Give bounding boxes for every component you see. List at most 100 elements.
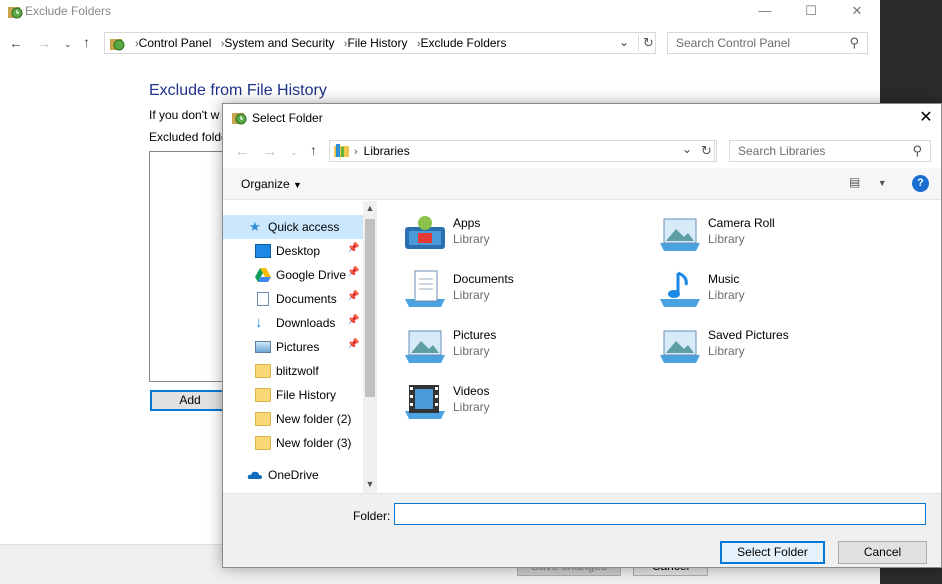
library-item-music[interactable]: Music Library [658,269,878,317]
library-item-saved-pictures[interactable]: Saved Pictures Library [658,325,878,373]
address-dropdown-chevron-icon[interactable]: ⌄ [619,35,629,49]
organize-label: Organize [241,177,290,191]
sidebar-item-downloads[interactable]: ↓ Downloads 📌 [223,311,363,335]
excluded-folders-list[interactable] [149,151,229,382]
breadcrumb-file-history[interactable]: File History [347,36,407,50]
sidebar-item-label: File History [276,388,337,402]
dialog-toolbar: Organize ▼ ▤ ▼ ? [223,168,941,200]
documents-library-icon [405,270,445,307]
breadcrumb: ›Control Panel ›System and Security ›Fil… [135,36,507,50]
sidebar-item-google-drive[interactable]: Google Drive 📌 [223,263,363,287]
address-dropdown-chevron-icon[interactable]: ⌄ [682,142,692,156]
back-arrow-icon[interactable]: ← [235,143,249,159]
excluded-folders-label: Excluded folde [149,130,228,144]
cancel-button[interactable]: Cancel [838,541,927,564]
breadcrumb-exclude-folders[interactable]: Exclude Folders [421,36,507,50]
sidebar-item-new-folder-2[interactable]: New folder (2) [223,407,363,431]
breadcrumb-system-and-security[interactable]: System and Security [224,36,334,50]
recent-locations-chevron-icon[interactable]: ⌄ [64,36,72,52]
forward-arrow-icon[interactable]: → [263,143,277,159]
sidebar-item-label: Quick access [268,220,340,234]
library-name: Apps [453,216,481,230]
breadcrumb-libraries[interactable]: Libraries [364,144,410,158]
library-item-pictures[interactable]: Pictures Library [403,325,623,373]
chevron-down-icon: ▼ [293,180,302,190]
sidebar-item-onedrive[interactable]: OneDrive [223,463,363,487]
forward-arrow-icon[interactable]: → [37,35,51,51]
scroll-up-arrow-icon[interactable]: ▲ [363,203,377,213]
up-arrow-icon[interactable]: ↑ [310,142,317,158]
sidebar-item-quick-access[interactable]: ★ Quick access [223,215,363,239]
library-item-documents[interactable]: Documents Library [403,269,623,317]
dialog-bottom-bar: Folder: [223,493,941,567]
navigation-scrollbar[interactable]: ▲ ▼ [363,201,377,493]
search-box[interactable]: ⚲ [729,140,931,162]
sidebar-item-label: Google Drive [276,268,347,282]
organize-menu[interactable]: Organize ▼ [241,177,302,191]
sidebar-item-pictures[interactable]: Pictures 📌 [223,335,363,359]
pin-icon[interactable]: 📌 [347,267,359,278]
sidebar-item-desktop[interactable]: Desktop 📌 [223,239,363,263]
pin-icon[interactable]: 📌 [347,315,359,326]
folder-field[interactable] [394,503,926,525]
dialog-navigation-bar: ← → ⌄ ↑ ›Libraries ⌄ ↻ ⚲ [223,132,941,168]
sidebar-item-new-folder-3[interactable]: New folder (3) [223,431,363,455]
dialog-close-button[interactable]: ✕ [911,106,941,130]
address-bar[interactable]: ›Control Panel ›System and Security ›Fil… [104,32,656,54]
sidebar-item-file-history[interactable]: File History [223,383,363,407]
address-bar[interactable]: › Libraries ⌄ [329,140,715,162]
maximize-button[interactable]: ☐ [788,0,834,24]
search-input[interactable] [730,141,906,161]
saved-pictures-library-icon [660,330,700,363]
details-view-icon: ▤ [849,175,861,189]
sidebar-item-label: blitzwolf [276,364,319,378]
library-item-camera-roll[interactable]: Camera Roll Library [658,213,878,261]
library-item-apps[interactable]: Apps Library [403,213,623,261]
libraries-icon [334,144,349,157]
scrollbar-thumb[interactable] [365,219,375,397]
search-input[interactable] [668,33,843,53]
help-icon[interactable]: ? [912,175,929,192]
sidebar-item-blitzwolf[interactable]: blitzwolf [223,359,363,383]
pin-icon[interactable]: 📌 [347,339,359,350]
pin-icon[interactable]: 📌 [347,291,359,302]
google-drive-icon [255,268,271,282]
title-bar: Exclude Folders — ☐ ✕ [0,0,880,24]
library-type: Library [453,344,490,358]
info-text: If you don't w [149,108,220,122]
pin-icon[interactable]: 📌 [347,243,359,254]
select-folder-button[interactable]: Select Folder [720,541,825,564]
file-history-icon [8,7,23,19]
refresh-icon[interactable]: ↻ [697,140,717,162]
search-icon[interactable]: ⚲ [912,143,922,159]
camera-roll-library-icon [660,218,700,251]
library-type: Library [708,288,745,302]
refresh-icon[interactable]: ↻ [638,35,654,51]
search-box[interactable]: ⚲ [667,32,868,54]
folder-icon [255,364,271,378]
add-button[interactable]: Add [150,390,230,411]
change-view-button[interactable]: ▤ ▼ [849,175,889,193]
search-icon[interactable]: ⚲ [849,35,859,51]
library-name: Pictures [453,328,497,342]
scroll-down-arrow-icon[interactable]: ▼ [363,479,377,489]
control-panel-icon [110,39,125,51]
chevron-down-icon: ▼ [877,178,887,188]
up-arrow-icon[interactable]: ↑ [83,34,90,50]
recent-locations-chevron-icon[interactable]: ⌄ [290,144,298,160]
sidebar-item-label: New folder (2) [276,412,352,426]
library-item-videos[interactable]: Videos Library [403,381,623,429]
back-arrow-icon[interactable]: ← [9,35,23,51]
documents-icon [257,292,269,306]
sidebar-item-documents[interactable]: Documents 📌 [223,287,363,311]
dialog-title-bar: Select Folder ✕ [223,104,941,132]
folder-label: Folder: [353,509,391,523]
close-button[interactable]: ✕ [834,0,880,24]
folder-icon [255,436,271,450]
breadcrumb-control-panel[interactable]: Control Panel [139,36,212,50]
videos-library-icon [405,385,445,419]
folder-icon [255,388,271,402]
library-type: Library [708,232,745,246]
library-type: Library [453,232,490,246]
minimize-button[interactable]: — [742,0,788,24]
